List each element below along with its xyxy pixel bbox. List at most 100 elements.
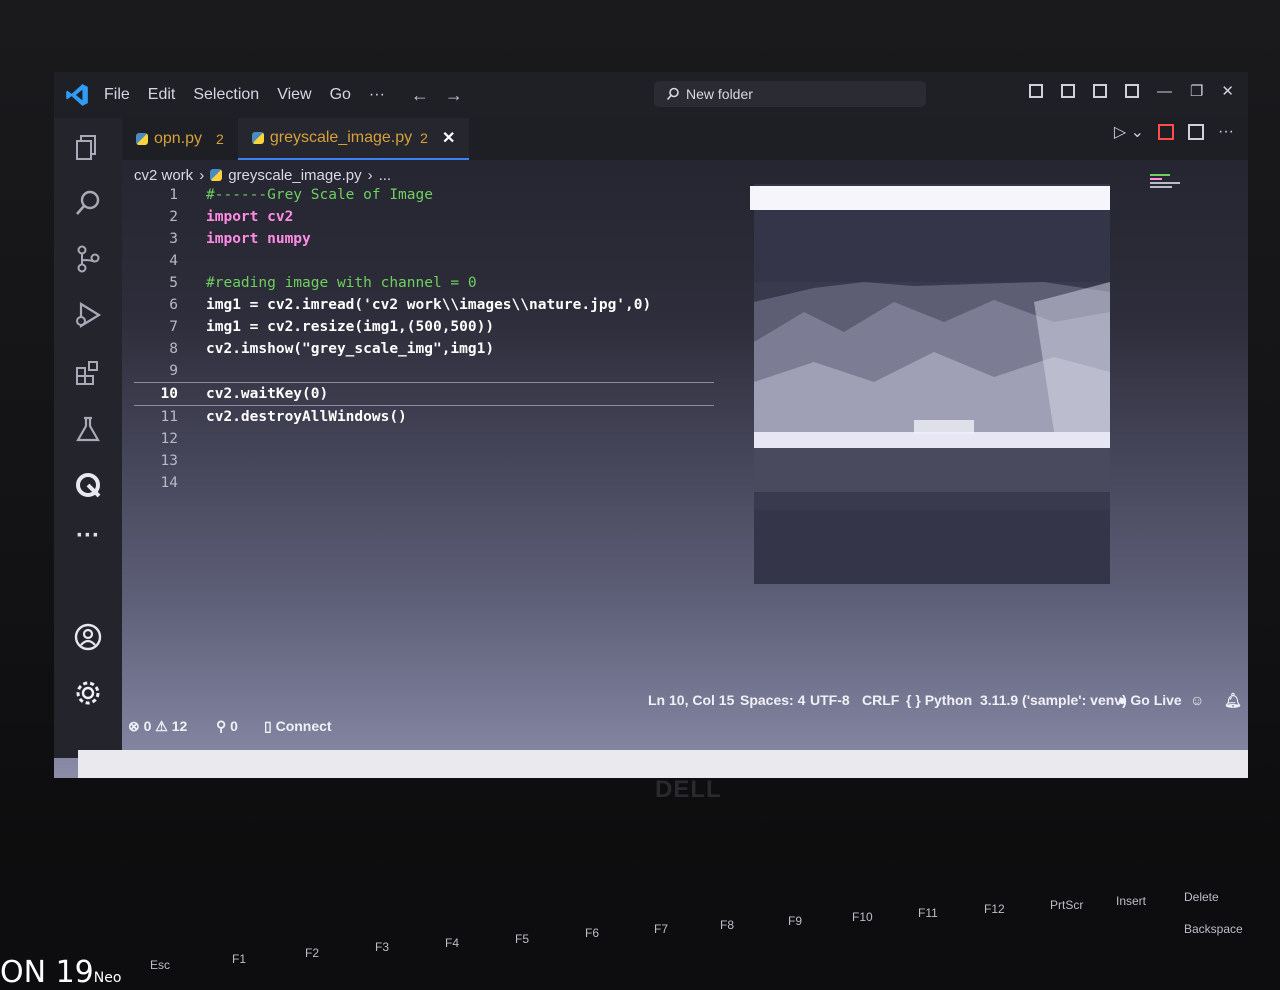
key-f4: F4	[445, 936, 460, 950]
language-label: Python	[924, 692, 973, 708]
more-views-icon[interactable]: ···	[73, 522, 103, 552]
run-file-icon[interactable]: ▷ ⌄	[1114, 122, 1144, 142]
split-editor-icon[interactable]	[1188, 124, 1205, 140]
encoding[interactable]: UTF-8	[810, 692, 850, 708]
line-number: 3	[169, 231, 178, 247]
key-f5: F5	[515, 932, 530, 946]
status-bar: ⊗ 0 ⚠ 12 ⚲ 0 ▯ Connect Ln 10, Col 15 Spa…	[54, 686, 1248, 734]
run-debug-icon[interactable]	[73, 300, 103, 330]
indentation[interactable]: Spaces: 4	[740, 692, 805, 708]
source-control-icon[interactable]	[73, 244, 103, 274]
toggle-panel-icon[interactable]	[1060, 84, 1075, 98]
code-line: 3 import numpy	[134, 228, 714, 250]
key-f1: F1	[232, 952, 247, 966]
problem-count: 2	[216, 131, 224, 147]
extensions-icon[interactable]	[73, 358, 103, 388]
stop-icon[interactable]	[1158, 124, 1175, 140]
line-number: 4	[169, 253, 178, 269]
code-text: img1 = cv2.imread('cv2 work\\images\\nat…	[206, 297, 652, 313]
laptop-keyboard: Esc F1 F2 F3 F4 F5 F6 F7 F8 F9 F10 F11 F…	[0, 860, 1280, 990]
menu-more[interactable]: ···	[369, 86, 385, 104]
search-view-icon[interactable]	[73, 188, 103, 218]
key-delete: Delete	[1184, 890, 1219, 904]
camera-watermark: ON 19Neo	[0, 955, 121, 990]
explorer-icon[interactable]	[73, 132, 103, 162]
python-file-icon	[210, 169, 223, 181]
code-text: img1 = cv2.resize(img1,(500,500))	[206, 319, 495, 335]
search-label: New folder	[686, 86, 753, 102]
line-number: 8	[169, 341, 178, 357]
error-count: 0	[143, 718, 152, 734]
copilot-icon[interactable]: ☺	[1190, 692, 1204, 708]
connect-label: Connect	[275, 718, 332, 734]
menu-edit[interactable]: Edit	[148, 86, 176, 104]
code-line: 6 img1 = cv2.imread('cv2 work\\images\\na…	[134, 294, 714, 316]
line-number: 7	[169, 319, 178, 335]
image-window-titlebar[interactable]	[750, 186, 1110, 210]
menu-go[interactable]: Go	[330, 86, 351, 104]
line-number: 11	[160, 409, 178, 425]
vscode-logo-icon	[66, 84, 88, 106]
remote-explorer-icon[interactable]	[73, 470, 103, 500]
key-f10: F10	[852, 910, 873, 924]
menu-file[interactable]: File	[104, 86, 130, 104]
line-number: 10	[160, 386, 178, 402]
current-code-line: 10 cv2.waitKey(0)	[134, 382, 714, 406]
code-text: #------Grey Scale of Image	[206, 187, 433, 203]
key-f3: F3	[375, 940, 390, 954]
code-text: cv2.destroyAllWindows()	[206, 409, 407, 425]
more-actions-icon[interactable]: ···	[1218, 123, 1234, 141]
minimap[interactable]	[1150, 172, 1210, 200]
toggle-sidebar-icon[interactable]	[1028, 84, 1043, 98]
breadcrumb-more[interactable]: ...	[379, 167, 392, 184]
cursor-position[interactable]: Ln 10, Col 15	[648, 692, 734, 708]
python-interpreter[interactable]: 3.11.9 ('sample': venv)	[980, 692, 1127, 708]
problems-indicator[interactable]: ⊗ 0 ⚠ 12	[128, 718, 187, 735]
close-window-icon[interactable]: ✕	[1221, 82, 1234, 100]
restore-icon[interactable]: ❐	[1190, 82, 1203, 100]
language-mode[interactable]: { } Python	[906, 692, 972, 708]
forward-arrow-icon[interactable]: →	[445, 85, 463, 106]
minimize-icon[interactable]: —	[1157, 83, 1172, 100]
watermark-sub: Neo	[93, 970, 122, 986]
key-f7: F7	[654, 922, 669, 936]
opencv-image-window[interactable]	[750, 184, 1110, 584]
customize-layout-icon[interactable]	[1124, 84, 1139, 98]
menu-selection[interactable]: Selection	[193, 86, 259, 104]
title-bar: File Edit Selection View Go ··· ← → New …	[54, 72, 1248, 118]
ports-count: 0	[230, 718, 238, 734]
account-icon[interactable]	[73, 622, 103, 652]
code-line: 12	[134, 428, 714, 450]
key-f12: F12	[984, 902, 1005, 916]
connect-button[interactable]: ▯ Connect	[264, 718, 332, 735]
close-tab-icon[interactable]: ✕	[442, 128, 455, 148]
toggle-secondary-sidebar-icon[interactable]	[1092, 84, 1107, 98]
code-line: 7 img1 = cv2.resize(img1,(500,500))	[134, 316, 714, 338]
testing-flask-icon[interactable]	[73, 414, 103, 444]
key-insert: Insert	[1116, 894, 1147, 908]
ports-indicator[interactable]: ⚲ 0	[216, 718, 238, 735]
go-live-label: Go Live	[1130, 692, 1182, 708]
code-text: import cv2	[206, 209, 294, 225]
back-arrow-icon[interactable]: ←	[411, 85, 429, 106]
code-line: 2 import cv2	[134, 206, 714, 228]
breadcrumb-file[interactable]: greyscale_image.py	[228, 167, 361, 184]
line-endings[interactable]: CRLF	[862, 692, 899, 708]
command-search[interactable]: New folder	[654, 81, 926, 107]
activity-bar: ···	[54, 118, 122, 758]
warning-count: 12	[171, 718, 188, 734]
dell-logo: DELL	[655, 776, 722, 803]
code-line: 5 #reading image with channel = 0	[134, 272, 714, 294]
code-text: #reading image with channel = 0	[206, 275, 477, 291]
go-live-button[interactable]: ● Go Live	[1118, 692, 1182, 708]
notifications-bell-icon[interactable]: 🔔︎	[1224, 692, 1242, 709]
code-line: 4	[134, 250, 714, 272]
line-number: 12	[160, 431, 178, 447]
menu-view[interactable]: View	[277, 86, 311, 104]
code-line: 13	[134, 450, 714, 472]
tab-greyscale-image-py[interactable]: greyscale_image.py 2 ✕	[237, 118, 470, 160]
breadcrumb-folder[interactable]: cv2 work	[134, 167, 193, 184]
editor-tabs: opn.py 2 greyscale_image.py 2 ✕	[122, 118, 1248, 160]
tab-opn-py[interactable]: opn.py 2	[122, 118, 238, 160]
code-editor[interactable]: 1 #------Grey Scale of Image 2 import cv2 …	[134, 184, 714, 494]
